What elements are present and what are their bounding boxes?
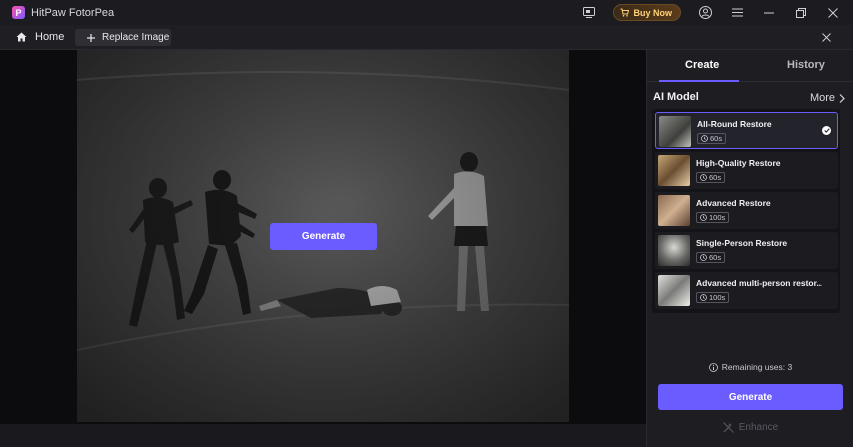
replace-image-label: Replace Image: [102, 32, 170, 43]
model-time-badge: 60s: [696, 172, 726, 183]
model-name: Advanced Restore: [696, 198, 771, 208]
model-list: All-Round Restore 60s High-Quality Resto…: [652, 109, 840, 313]
model-item-single-person-restore[interactable]: Single-Person Restore 60s: [655, 232, 838, 269]
model-thumbnail: [658, 195, 690, 226]
model-name: Single-Person Restore: [696, 238, 788, 248]
clock-icon: [700, 294, 707, 301]
clock-icon: [701, 135, 708, 142]
model-thumbnail: [658, 275, 690, 306]
buy-now-label: Buy Now: [633, 7, 672, 18]
home-icon: [16, 32, 27, 42]
selected-check-icon: [822, 126, 831, 135]
canvas-generate-button[interactable]: Generate: [270, 223, 377, 250]
enhance-button[interactable]: Enhance: [647, 422, 853, 433]
more-label: More: [809, 92, 835, 104]
tab-history[interactable]: History: [787, 59, 825, 71]
model-item-advanced-multi-person-restore[interactable]: Advanced multi-person restor... 100s: [655, 272, 838, 309]
right-panel: Create History AI Model More All-Round R…: [646, 50, 853, 447]
model-time-badge: 100s: [696, 212, 730, 223]
ai-model-heading: AI Model: [653, 91, 699, 103]
clock-icon: [700, 174, 707, 181]
account-icon[interactable]: [689, 0, 721, 25]
model-time: 100s: [709, 213, 726, 222]
tab-create[interactable]: Create: [685, 59, 719, 71]
model-item-all-round-restore[interactable]: All-Round Restore 60s: [655, 112, 838, 149]
buy-now-button[interactable]: Buy Now: [613, 4, 681, 21]
model-name: High-Quality Restore: [696, 158, 781, 168]
replace-image-button[interactable]: Replace Image: [75, 29, 171, 46]
canvas-bottom-bar: [0, 424, 646, 447]
model-thumbnail: [658, 155, 690, 186]
remaining-uses-label: Remaining uses: 3: [721, 362, 793, 372]
model-time-badge: 100s: [696, 292, 730, 303]
model-item-high-quality-restore[interactable]: High-Quality Restore 60s: [655, 152, 838, 189]
image-canvas: Generate: [0, 50, 646, 424]
home-tab-label: Home: [35, 31, 65, 43]
enhance-disabled-icon: [722, 422, 734, 433]
model-time: 60s: [709, 253, 722, 262]
panel-tabs: Create History: [647, 50, 853, 82]
app-logo-letter: P: [15, 7, 22, 18]
active-tab-indicator: [659, 80, 739, 82]
cart-icon: [620, 8, 630, 17]
model-time-badge: 60s: [696, 252, 726, 263]
generate-button[interactable]: Generate: [658, 384, 843, 410]
close-panel-icon[interactable]: [819, 30, 833, 44]
home-tab[interactable]: Home: [16, 31, 64, 43]
model-time: 60s: [709, 173, 722, 182]
app-title: HitPaw FotorPea: [31, 6, 115, 19]
model-time: 60s: [710, 134, 723, 143]
model-time: 100s: [709, 293, 726, 302]
model-item-advanced-restore[interactable]: Advanced Restore 100s: [655, 192, 838, 229]
tab-bar: Home Replace Image: [0, 25, 853, 50]
model-thumbnail: [659, 116, 691, 147]
minimize-icon[interactable]: [753, 0, 785, 25]
model-time-badge: 60s: [697, 133, 727, 144]
model-name: Advanced multi-person restor...: [696, 278, 822, 288]
remaining-uses: Remaining uses: 3: [647, 362, 853, 372]
restore-window-icon[interactable]: [785, 0, 817, 25]
model-thumbnail: [658, 235, 690, 266]
enhance-label: Enhance: [738, 422, 779, 433]
app-logo: P: [12, 6, 25, 19]
info-icon: [708, 362, 718, 372]
clock-icon: [700, 254, 707, 261]
screen-capture-icon[interactable]: [573, 0, 605, 25]
more-link[interactable]: More: [810, 92, 845, 104]
menu-icon[interactable]: [721, 0, 753, 25]
close-window-icon[interactable]: [817, 0, 849, 25]
model-name: All-Round Restore: [697, 119, 772, 129]
title-bar: P HitPaw FotorPea Buy Now: [0, 0, 853, 25]
clock-icon: [700, 214, 707, 221]
plus-icon: [87, 33, 95, 42]
chevron-right-icon: [839, 93, 845, 103]
